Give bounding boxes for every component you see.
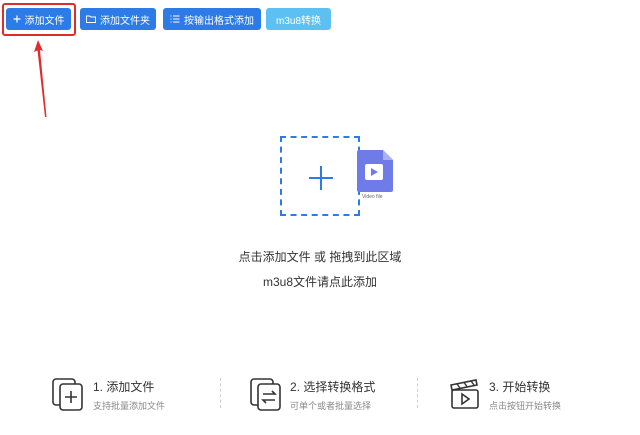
drop-zone[interactable]: [280, 136, 360, 216]
video-file-icon: [357, 150, 393, 192]
step-1-desc: 支持批量添加文件: [93, 401, 166, 411]
add-folder-label: 添加文件夹: [100, 15, 150, 27]
add-folder-button[interactable]: 添加文件夹: [80, 8, 156, 30]
step-3-title: 3. 开始转换: [489, 380, 551, 394]
m3u8-hint[interactable]: m3u8文件请点此添加: [0, 273, 640, 290]
convert-format-icon: [250, 378, 281, 411]
clapperboard-icon: [450, 379, 479, 409]
annotation-arrow: [34, 40, 47, 117]
step-1-title: 1. 添加文件: [93, 380, 155, 394]
m3u8-convert-label: m3u8转换: [275, 15, 321, 27]
highlight-box: [2, 3, 76, 36]
drop-hint: 点击添加文件 或 拖拽到此区域: [238, 250, 402, 264]
add-file-icon: [52, 378, 83, 411]
step-2-title: 2. 选择转换格式: [290, 380, 376, 394]
m3u8-convert-button[interactable]: m3u8转换: [266, 8, 331, 30]
step-divider: [220, 378, 221, 408]
step-2-desc: 可单个或者批量选择: [290, 401, 372, 411]
add-by-format-label: 按输出格式添加: [184, 15, 254, 27]
file-type-label: Video file: [362, 194, 383, 200]
list-icon: [170, 15, 180, 23]
folder-icon: [86, 15, 96, 23]
step-3-desc: 点击按钮开始转换: [489, 401, 562, 411]
add-by-format-button[interactable]: 按输出格式添加: [163, 8, 261, 30]
step-divider: [417, 378, 418, 408]
